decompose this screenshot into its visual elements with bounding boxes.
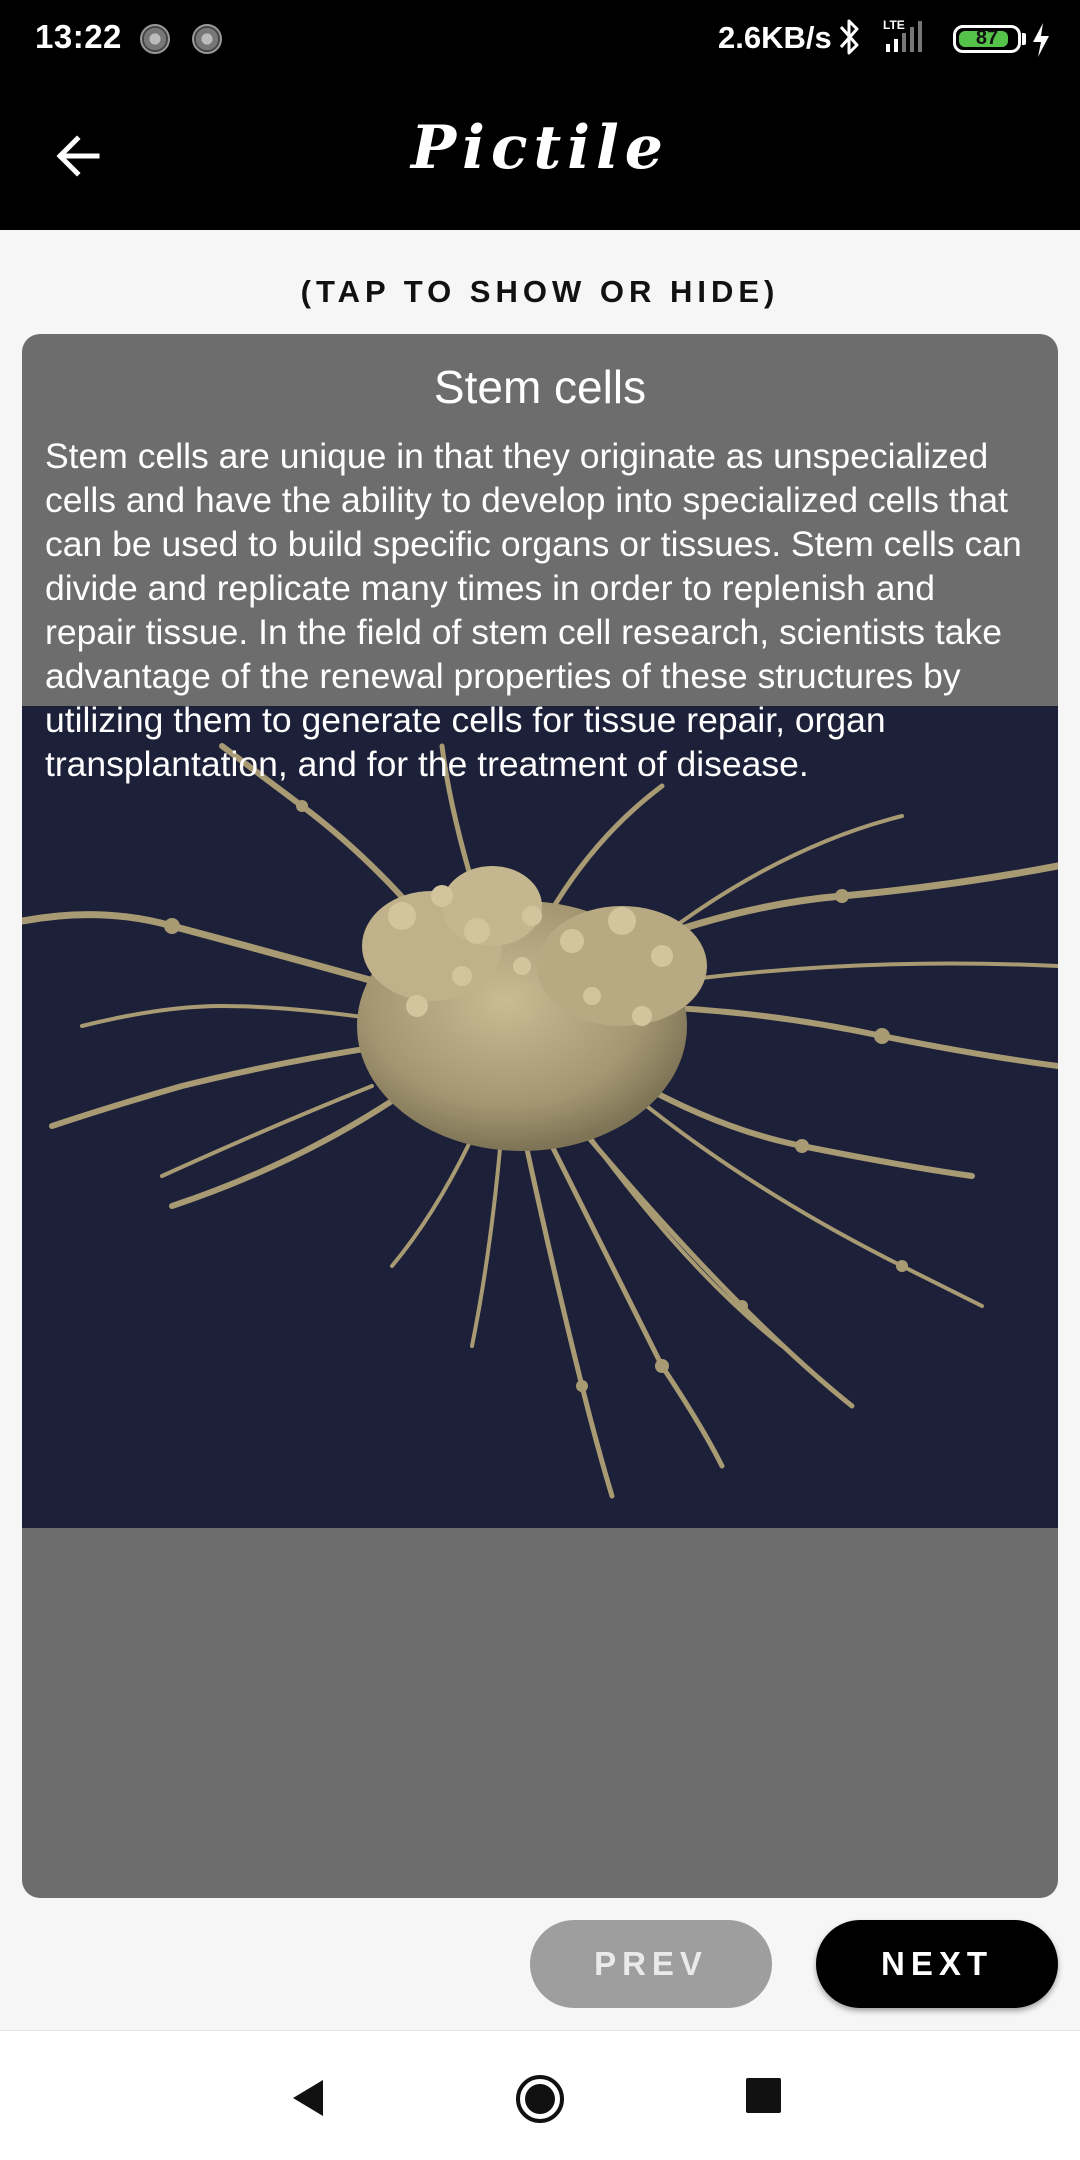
prev-button[interactable]: PREV: [530, 1920, 772, 2008]
app-bar: Pictile: [0, 78, 1080, 230]
recents-square-icon[interactable]: [746, 2078, 781, 2113]
card-image: [22, 706, 1058, 1528]
navigation-bar: [0, 2030, 1080, 2160]
network-type: LTE: [883, 18, 905, 32]
notification-icon: [192, 24, 222, 54]
battery-tip: [1022, 33, 1026, 45]
signal-icon: LTE: [883, 18, 922, 52]
notification-icon: [140, 24, 170, 54]
status-bar: 13:22 2.6KB/s LTE 87: [0, 0, 1080, 78]
charging-icon: [1033, 23, 1049, 57]
back-triangle-icon[interactable]: [290, 2077, 326, 2119]
bluetooth-icon: [839, 19, 859, 55]
flash-card[interactable]: Stem cells Stem cells are unique in that…: [22, 334, 1058, 1898]
home-circle-icon[interactable]: [514, 2073, 566, 2125]
card-description: Stem cells are unique in that they origi…: [45, 436, 1022, 784]
battery-level: 87: [975, 27, 999, 49]
card-title: Stem cells: [433, 361, 647, 413]
tap-hint: (TAP TO SHOW OR HIDE): [300, 274, 780, 309]
app-title: Pictile: [411, 113, 669, 183]
stem-cell-image: [22, 743, 1058, 1499]
network-speed: 2.6KB/s: [718, 20, 832, 55]
next-button[interactable]: NEXT: [816, 1920, 1058, 2008]
status-time: 13:22: [35, 18, 122, 55]
battery-icon: 87: [953, 25, 1021, 53]
